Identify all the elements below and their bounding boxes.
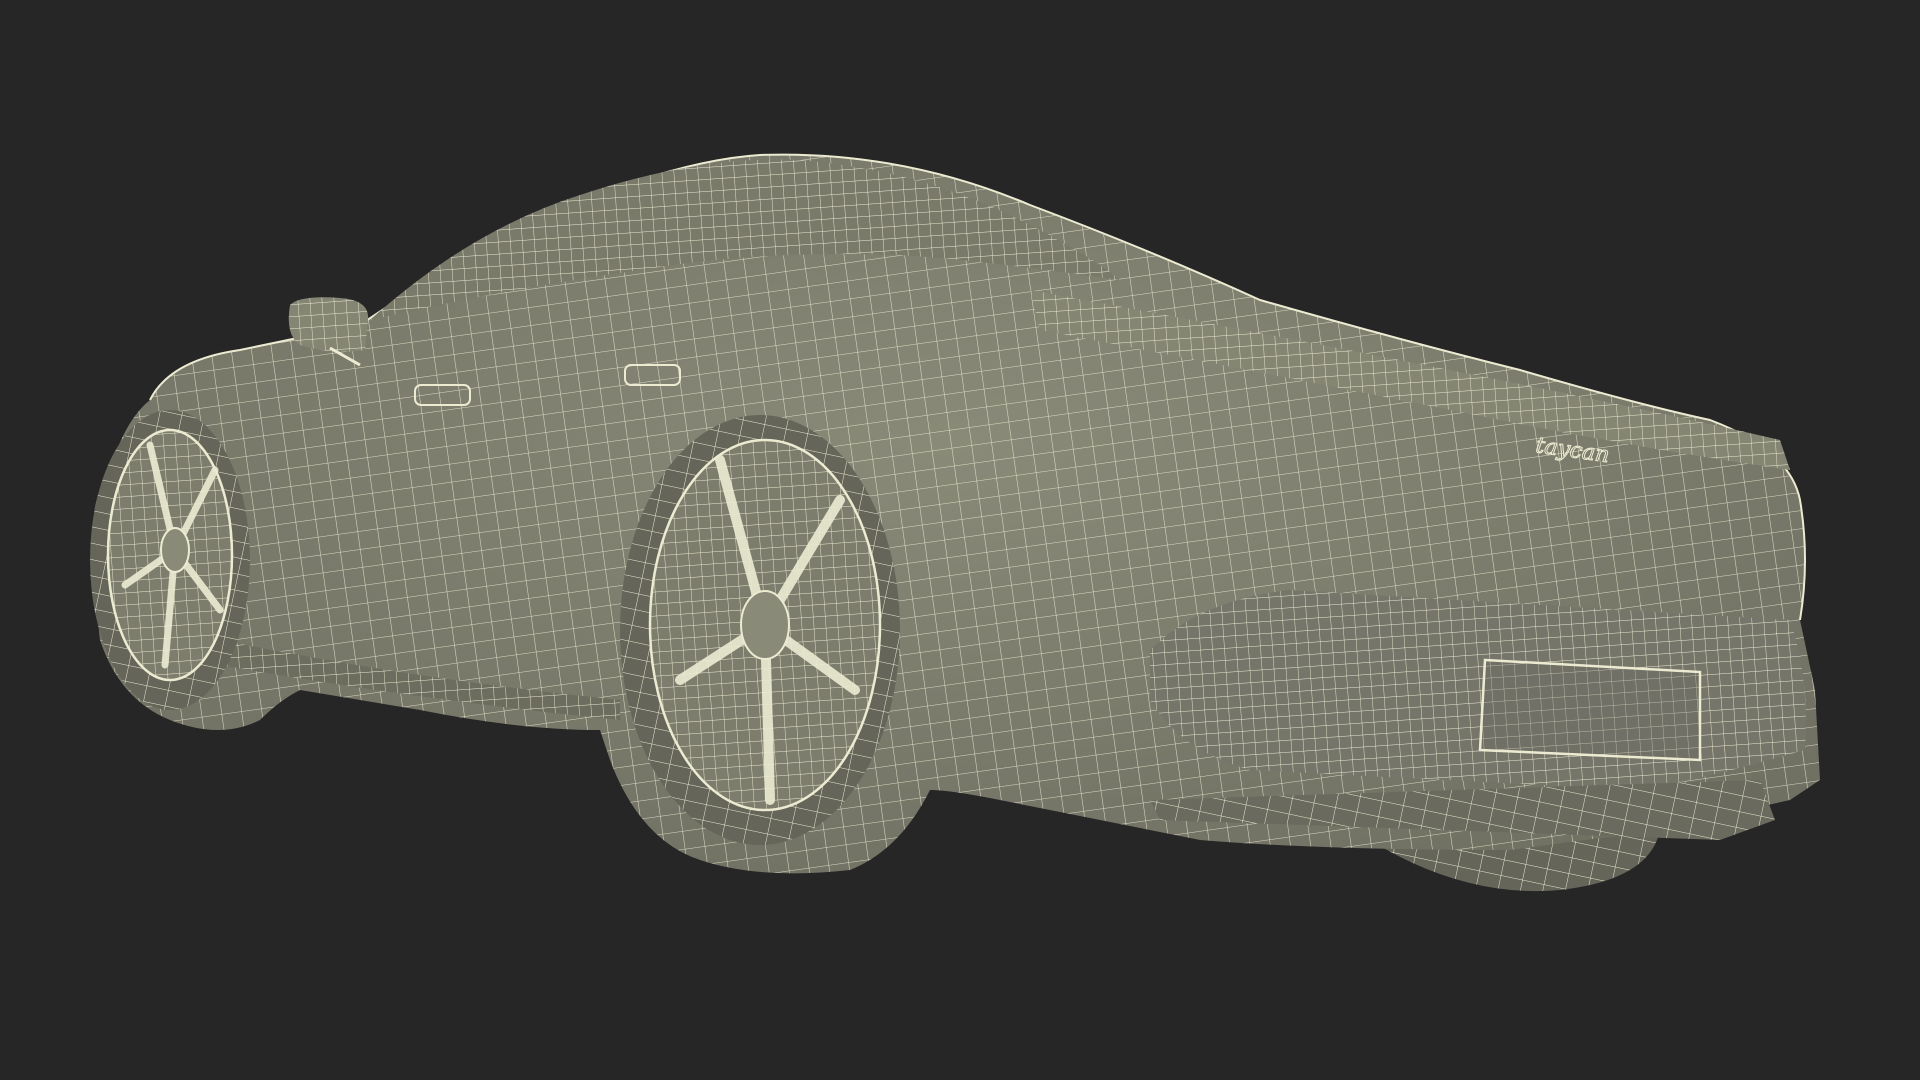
car-wireframe-render: taycan	[90, 153, 1821, 892]
rear-bumper	[1150, 590, 1806, 840]
front-wheel	[90, 410, 250, 710]
license-plate	[1478, 658, 1702, 762]
render-viewport: taycan	[0, 0, 1920, 1080]
rear-wheel	[620, 415, 900, 845]
